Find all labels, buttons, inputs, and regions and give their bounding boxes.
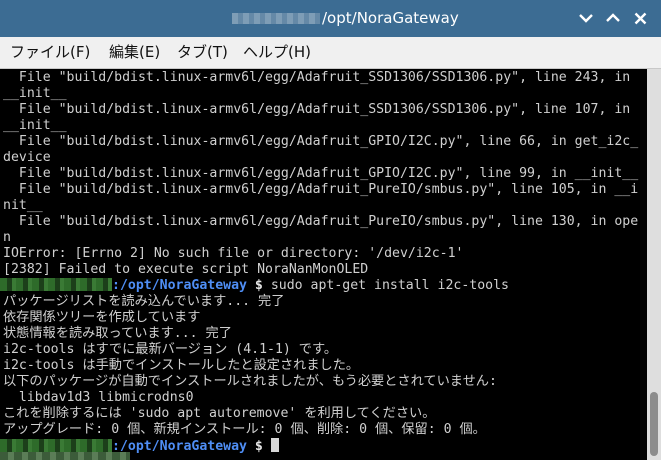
terminal-line: __init__ (3, 86, 67, 101)
terminal-line: File "build/bdist.linux-armv6l/egg/Adafr… (3, 70, 631, 85)
terminal-line: 状態情報を読み取っています... 完了 (3, 326, 232, 341)
menu-help[interactable]: ヘルプ(H) (243, 43, 311, 62)
redacted-hostname (232, 13, 320, 24)
terminal-line: __init__ (3, 118, 67, 133)
redacted-username (0, 278, 112, 291)
terminal-line: device (3, 150, 51, 165)
terminal-line: 依存関係ツリーを作成しています (3, 310, 201, 325)
menu-tabs[interactable]: タブ(T) (177, 43, 228, 62)
terminal-line: パッケージリストを読み込んでいます... 完了 (3, 294, 285, 309)
close-icon (634, 12, 646, 24)
minimize-button[interactable] (576, 8, 596, 28)
terminal-line: File "build/bdist.linux-armv6l/egg/Adafr… (3, 214, 639, 229)
window-titlebar[interactable]: /opt/NoraGateway (0, 0, 661, 37)
menu-bar: ファイル(F) 編集(E) タブ(T) ヘルプ(H) (0, 37, 661, 69)
text-cursor (270, 438, 279, 452)
prompt-symbol: $ (246, 439, 263, 454)
prompt-path: :/opt/NoraGateway (112, 439, 247, 454)
prompt-symbol: $ (246, 278, 263, 293)
terminal-line: i2c-tools は手動でインストールしたと設定されました。 (3, 358, 360, 373)
chevron-up-icon (606, 13, 620, 22)
terminal-line: File "build/bdist.linux-armv6l/egg/Adafr… (3, 182, 639, 197)
terminal-line: IOError: [Errno 2] No such file or direc… (3, 246, 464, 261)
terminal-line: nit__ (3, 198, 43, 213)
prompt-path: :/opt/NoraGateway (112, 278, 247, 293)
chevron-down-icon (579, 14, 593, 23)
terminal-line: 以下のパッケージが自動でインストールされましたが、もう必要とされていません: (3, 374, 497, 389)
terminal-line: File "build/bdist.linux-armv6l/egg/Adafr… (3, 166, 639, 181)
terminal-line: File "build/bdist.linux-armv6l/egg/Adafr… (3, 102, 631, 117)
terminal-line: libdav1d3 libmicrodns0 (3, 390, 194, 405)
terminal-line: i2c-tools はすでに最新バージョン (4.1-1) です。 (3, 342, 338, 357)
prompt-line: :/opt/NoraGateway $ sudo apt-get install… (0, 278, 509, 294)
menu-edit[interactable]: 編集(E) (109, 43, 160, 62)
scrollbar-thumb[interactable] (650, 392, 658, 456)
terminal-scrollbar[interactable] (647, 69, 661, 460)
desktop-background-strip (0, 452, 130, 460)
terminal-line: [2382] Failed to execute script NoraNanM… (3, 262, 369, 277)
terminal-line: アップグレード: 0 個、新規インストール: 0 個、削除: 0 個、保留: 0… (3, 422, 486, 437)
prompt-command: sudo apt-get install i2c-tools (262, 278, 510, 293)
terminal-line: これを削除するには 'sudo apt autoremove' を利用してくださ… (3, 406, 436, 421)
window-title: /opt/NoraGateway (322, 9, 459, 27)
terminal-line: n (3, 230, 11, 245)
prompt-command (263, 439, 271, 454)
menu-file[interactable]: ファイル(F) (10, 43, 90, 62)
terminal-output[interactable]: File "build/bdist.linux-armv6l/egg/Adafr… (0, 69, 647, 460)
close-button[interactable] (630, 8, 650, 28)
redacted-username (0, 439, 112, 452)
maximize-button[interactable] (603, 8, 623, 28)
terminal-line: File "build/bdist.linux-armv6l/egg/Adafr… (3, 134, 639, 149)
